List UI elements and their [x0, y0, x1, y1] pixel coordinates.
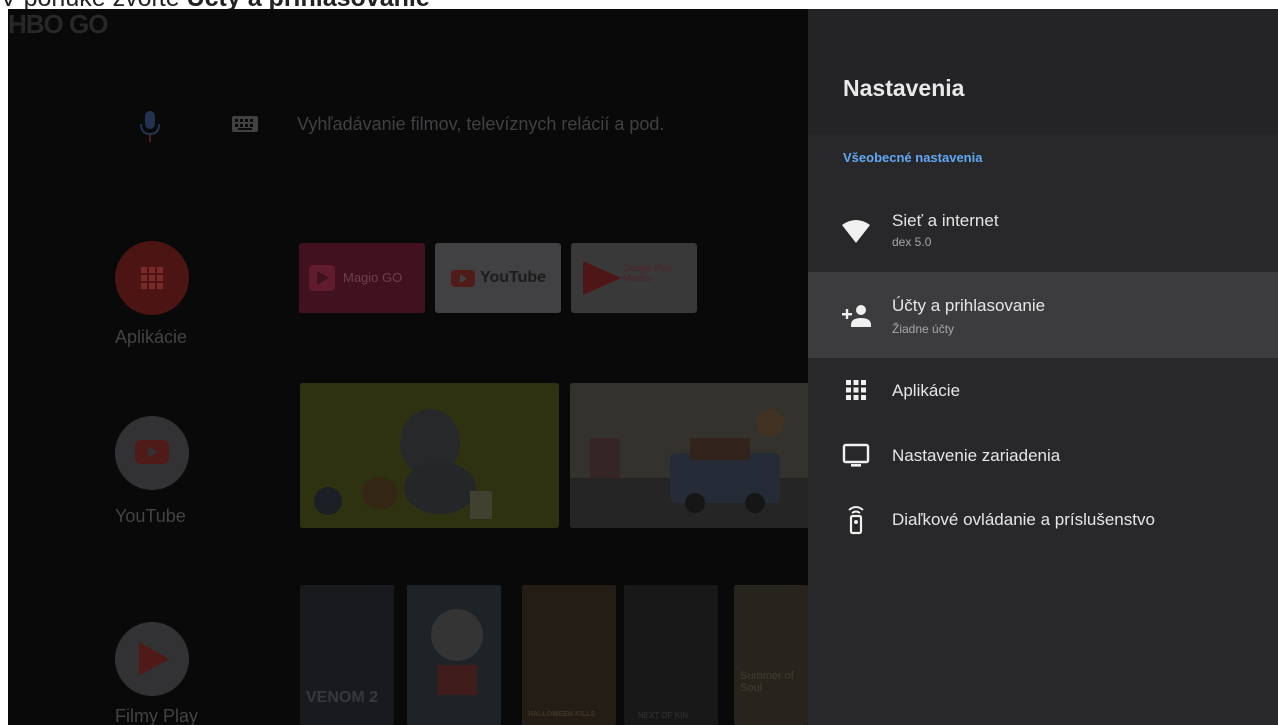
settings-item-subtitle: Žiadne účty	[892, 322, 955, 336]
remote-icon	[848, 506, 864, 535]
settings-item-title: Nastavenie zariadenia	[892, 446, 1061, 465]
settings-header: Nastavenia	[808, 9, 1278, 134]
add-account-icon	[842, 305, 871, 327]
settings-panel: Nastavenia Všeobecné nastavenia Sieť a i…	[808, 9, 1278, 725]
tv-screen: Vyhľadávanie filmov, televíznych relácií…	[8, 9, 1278, 725]
wifi-icon	[842, 220, 870, 243]
settings-item-subtitle: dex 5.0	[892, 235, 932, 249]
settings-item-remote[interactable]: Diaľkové ovládanie a príslušenstvo	[808, 487, 1278, 573]
apps-grid-icon	[846, 380, 866, 400]
tv-icon	[842, 443, 870, 467]
section-label: Všeobecné nastavenia	[843, 150, 983, 165]
settings-item-title: Sieť a internet	[892, 211, 999, 230]
settings-item-network[interactable]: Sieť a internet dex 5.0	[808, 188, 1278, 274]
dim-overlay	[8, 9, 808, 725]
settings-title: Nastavenia	[843, 75, 965, 101]
instruction-caption: V ponuke zvoľte Účty a prihlasovanie	[0, 0, 430, 11]
settings-item-title: Účty a prihlasovanie	[892, 296, 1046, 315]
settings-item-title: Diaľkové ovládanie a príslušenstvo	[892, 510, 1155, 529]
settings-item-accounts[interactable]: Účty a prihlasovanie Žiadne účty	[808, 272, 1278, 358]
settings-item-title: Aplikácie	[892, 381, 961, 400]
